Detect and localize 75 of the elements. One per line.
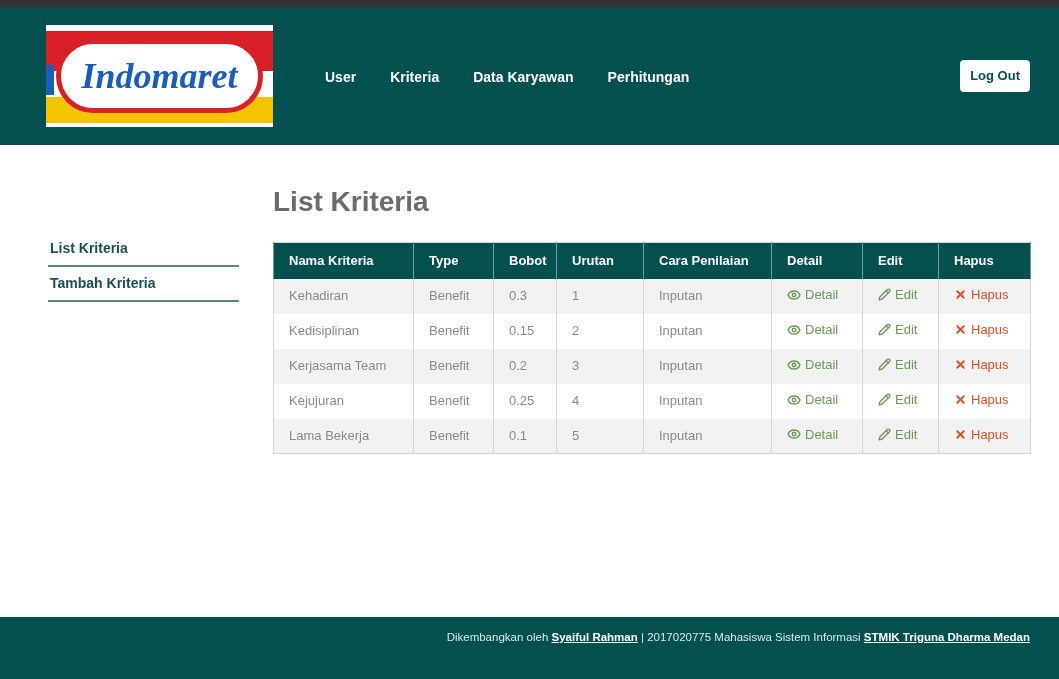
column-header: Urutan — [556, 242, 644, 279]
edit-link[interactable]: Edit — [878, 285, 918, 305]
edit-link[interactable]: Edit — [878, 320, 918, 340]
table-cell: 2 — [556, 313, 644, 349]
institution-link[interactable]: STMIK Triguna Dharma Medan — [863, 631, 1030, 643]
table-cell: Inputan — [643, 383, 772, 419]
logout-button[interactable]: Log Out — [960, 60, 1030, 92]
column-header: Bobot — [493, 242, 557, 279]
edit-link[interactable]: Edit — [878, 355, 918, 375]
table-cell: 0.25 — [493, 383, 557, 419]
page-title: List Kriteria — [273, 188, 430, 216]
table-cell: 0.3 — [493, 278, 557, 314]
table-cell: 0.1 — [493, 418, 557, 454]
table-cell: Kehadiran — [273, 278, 414, 314]
detail-link[interactable]: Detail — [787, 424, 839, 445]
edit-link[interactable]: Edit — [878, 424, 918, 445]
column-header: Edit — [862, 242, 939, 279]
table-cell: 0.2 — [493, 348, 557, 384]
nav-link[interactable]: Perhitungan — [607, 66, 690, 88]
table-cell: Inputan — [643, 278, 772, 314]
table-cell: Benefit — [413, 313, 494, 349]
nav-link[interactable]: Data Karyawan — [473, 66, 574, 88]
edit-link[interactable]: Edit — [878, 390, 918, 410]
nav-link[interactable]: Kriteria — [390, 66, 440, 88]
table-cell: 5 — [556, 418, 644, 454]
nav-link[interactable]: User — [325, 66, 357, 88]
pencil-icon — [878, 358, 891, 372]
eye-icon — [787, 287, 801, 302]
delete-link[interactable]: Hapus — [954, 285, 1009, 305]
pencil-icon — [878, 323, 891, 337]
delete-link[interactable]: Hapus — [954, 320, 1009, 340]
close-icon — [954, 358, 967, 372]
table-cell: 4 — [556, 383, 644, 419]
table-cell: 1 — [556, 278, 644, 314]
column-header: Nama Kriteria — [273, 242, 414, 279]
close-icon — [954, 323, 967, 337]
column-header: Detail — [771, 242, 863, 279]
table-cell: Inputan — [643, 313, 772, 349]
table-cell: Benefit — [413, 383, 494, 419]
table-cell: Benefit — [413, 278, 494, 314]
sidebar-link[interactable]: Tambah Kriteria — [48, 267, 239, 302]
close-icon — [954, 428, 967, 442]
table-cell: Benefit — [413, 418, 494, 454]
detail-link[interactable]: Detail — [787, 389, 839, 410]
footer-text: Dikembangkan oleh Syaiful Rahman | 2017020775 Mahasiswa Sistem Informasi STMIK Triguna Dharma Medan — [446, 630, 1030, 645]
pencil-icon — [878, 428, 891, 442]
eye-icon — [787, 392, 801, 407]
eye-icon — [787, 322, 801, 337]
detail-link[interactable]: Detail — [787, 284, 839, 305]
detail-link[interactable]: Detail — [787, 354, 839, 375]
column-header: Type — [413, 242, 494, 279]
detail-link[interactable]: Detail — [787, 319, 839, 340]
author-link[interactable]: Syaiful Rahman — [551, 631, 638, 643]
table-cell: Benefit — [413, 348, 494, 384]
delete-link[interactable]: Hapus — [954, 424, 1009, 445]
brand-logo[interactable]: Indomaret — [46, 25, 273, 127]
close-icon — [954, 288, 967, 302]
close-icon — [954, 393, 967, 407]
pencil-icon — [878, 288, 891, 302]
table-cell: Inputan — [643, 348, 772, 384]
delete-link[interactable]: Hapus — [954, 355, 1009, 375]
pencil-icon — [878, 393, 891, 407]
column-header: Hapus — [938, 242, 1031, 279]
table-cell: Kerjasama Team — [273, 348, 414, 384]
eye-icon — [787, 427, 801, 442]
table-cell: Lama Bekerja — [273, 418, 414, 454]
delete-link[interactable]: Hapus — [954, 390, 1009, 410]
table-cell: Kejujuran — [273, 383, 414, 419]
table-cell: 3 — [556, 348, 644, 384]
sidebar-link[interactable]: List Kriteria — [48, 232, 239, 267]
eye-icon — [787, 357, 801, 372]
column-header: Cara Penilaian — [643, 242, 772, 279]
table-cell: Inputan — [643, 418, 772, 454]
table-cell: 0.15 — [493, 313, 557, 349]
table-cell: Kedisiplinan — [273, 313, 414, 349]
